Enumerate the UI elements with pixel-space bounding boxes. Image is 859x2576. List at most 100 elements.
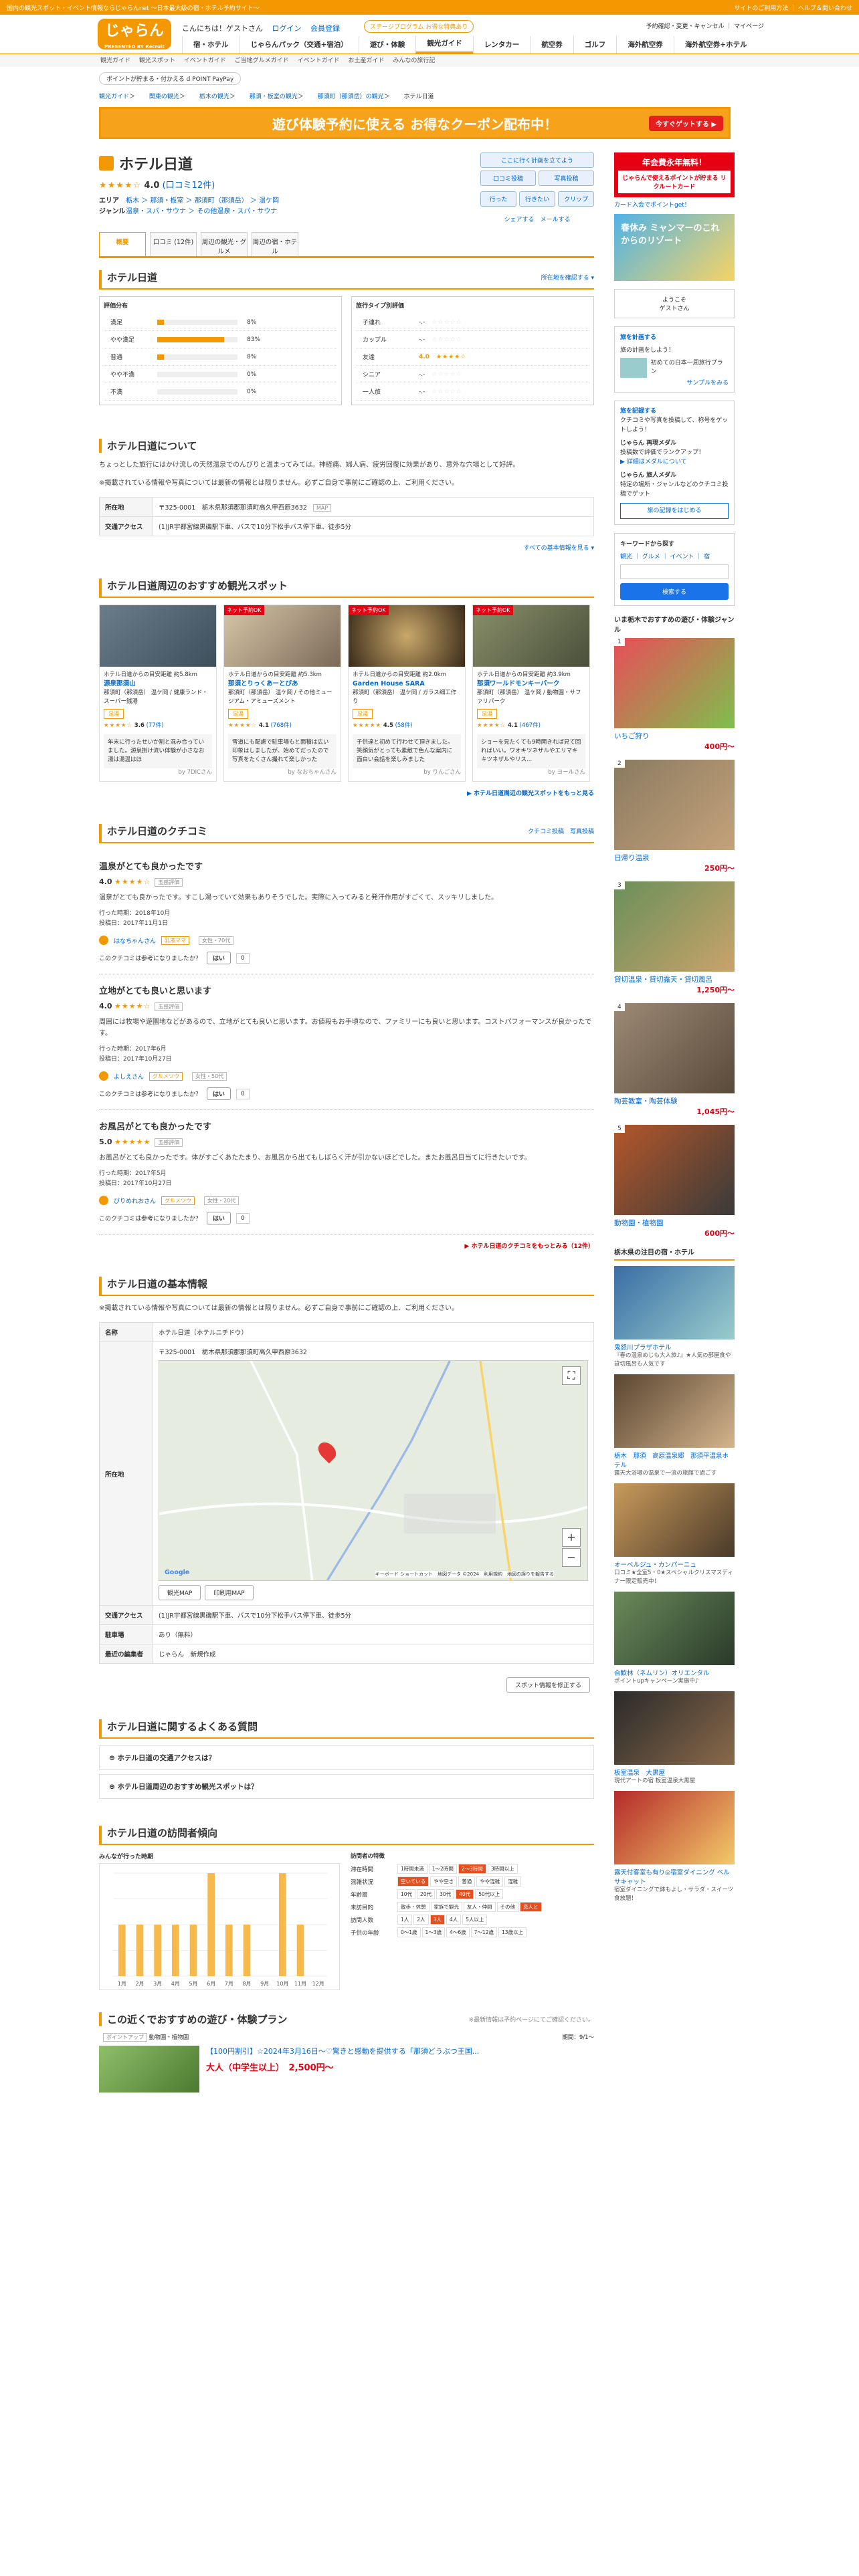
google-map[interactable]: ⛶ + − Google キーボード ショートカット 地図データ ©2024 利… (159, 1360, 588, 1581)
nav-intl-air-hotel[interactable]: 海外航空券+ホテル (673, 36, 758, 53)
photo-post-button[interactable]: 写真投稿 (539, 171, 594, 186)
ranking-item[interactable]: 1 いちご狩り 400円〜 (614, 638, 735, 752)
nav-guide[interactable]: 観光ガイド (415, 36, 473, 53)
user-link[interactable]: はなちゃんさん (114, 936, 156, 945)
breadcrumb-item[interactable]: 那須町（那須岳）の観光 (318, 94, 384, 100)
subnav-item[interactable]: みんなの旅行記 (393, 58, 435, 64)
hotel-item[interactable]: 露天付客室も有り◎宿室ダイニング ベルサキャット 宿室ダイニングで鉢もよし・サラダ… (614, 1791, 735, 1903)
x-tick-label: 9月 (260, 1981, 269, 1987)
sample-link[interactable]: サンプルをみる (620, 378, 729, 387)
share-link[interactable]: シェアする (504, 217, 534, 223)
nav-activity[interactable]: 遊び・体験 (358, 36, 416, 53)
map-button[interactable]: MAP (312, 504, 332, 512)
review-count-link[interactable]: (口コミ12件) (163, 181, 215, 191)
tab-overview[interactable]: 概要 (99, 232, 146, 256)
spot-card[interactable]: ネット予約OK ホテル日道からの目安距離 約3.9km 那須ワールドモンキーパーク那… (472, 605, 590, 782)
clip-button[interactable]: クリップ (558, 191, 594, 207)
helpful-yes-button[interactable]: はい (207, 1212, 231, 1224)
fix-spot-button[interactable]: スポット情報を修正する (506, 1677, 590, 1693)
jalan-logo[interactable]: じゃらん PRESENTED BY Recruit (98, 19, 171, 49)
coupon-banner[interactable]: 遊び体験予約に使える お得なクーポン配布中！ 今すぐゲットする ▶ (99, 107, 731, 139)
login-link[interactable]: ログイン (272, 24, 302, 33)
subnav-item[interactable]: 観光スポット (139, 58, 175, 64)
nearby-more-link[interactable]: ▶ ホテル日道周辺の観光スポットをもっと見る (99, 788, 594, 797)
spot-card[interactable]: ホテル日道からの目安距離 約5.8km 源泉那須山 那須町（那須岳） 温ケ岡 / 健… (99, 605, 217, 782)
feature-cell: 5人以上 (462, 1915, 488, 1925)
subnav-item[interactable]: イベントガイド (298, 58, 340, 64)
reviews-more-link[interactable]: ▶ ホテル日道のクチコミをもっとみる（12件） (99, 1241, 594, 1250)
start-record-button[interactable]: 旅の記録をはじめる (620, 503, 729, 519)
x-tick-label: 5月 (189, 1981, 197, 1987)
ranking-item[interactable]: 3 貸切温泉・貸切露天・貸切風呂 1,250円〜 (614, 881, 735, 995)
went-button[interactable]: 行った (480, 191, 516, 207)
stage-program-button[interactable]: ステージプログラム お得な特典あり (364, 20, 474, 33)
user-avatar (99, 1196, 108, 1205)
basic-info-table: 名称 ホテル日道（ホテルニチドウ） 所在地 〒325-0001 栃木県那須郡那須町高… (99, 1322, 594, 1664)
nav-hotel[interactable]: 宿・ホテル (182, 36, 240, 53)
fullscreen-icon[interactable]: ⛶ (562, 1366, 581, 1385)
user-link[interactable]: よしえさん (114, 1072, 144, 1081)
photo-post-link[interactable]: 写真投稿 (570, 829, 594, 835)
nav-golf[interactable]: ゴルフ (573, 36, 617, 53)
subnav-item[interactable]: お土産ガイド (348, 58, 384, 64)
greeting: こんにちは！ゲストさん ログイン 会員登録 (182, 23, 340, 33)
feature-cell: 10代 (397, 1889, 416, 1899)
subnav-item[interactable]: ご当地グルメガイド (235, 58, 289, 64)
mail-link[interactable]: メールする (541, 217, 571, 223)
card-ad[interactable]: 年会費永年無料！ じゃらんで使えるポイントが貯まる リクルートカード (614, 152, 735, 197)
zoom-out-button[interactable]: − (562, 1548, 581, 1567)
hotel-item[interactable]: 鬼怒川プラザホテル 『春の温泉めじも大人旅♪』★人気の部屋食や貸切風呂も人気です (614, 1266, 735, 1369)
genre-link[interactable]: 温泉・スパ・サウナ ＞ その他温泉・スパ・サウナ (126, 208, 277, 215)
feature-row: 子供の年齢 0〜1歳 1〜3歳 4〜6歳 7〜12歳 13歳以上 (351, 1927, 594, 1937)
nav-air[interactable]: 航空券 (530, 36, 573, 53)
register-link[interactable]: 会員登録 (310, 24, 340, 33)
subnav-item[interactable]: イベントガイド (184, 58, 226, 64)
breadcrumb-item[interactable]: 関東の観光 (149, 94, 179, 100)
plan-button[interactable]: ここに行く計画を立てよう (480, 152, 594, 168)
review-post-button[interactable]: 口コミ投稿 (480, 171, 536, 186)
faq-item[interactable]: ⊕ ホテル日道周辺のおすすめ観光スポットは？ (99, 1774, 594, 1799)
nav-pack[interactable]: じゃらんパック（交通+宿泊） (239, 36, 359, 53)
user-link[interactable]: ぴりめれおさん (114, 1196, 156, 1205)
ranking-item[interactable]: 4 陶芸教室・陶芸体験 1,045円〜 (614, 1003, 735, 1117)
ranking-item[interactable]: 2 日帰り温泉 250円〜 (614, 760, 735, 873)
area-link[interactable]: 栃木 ＞ 那須・板室 ＞ 那須町（那須岳） ＞ 温ケ岡 (126, 197, 279, 205)
zoom-in-button[interactable]: + (562, 1528, 581, 1547)
want-button[interactable]: 行きたい (519, 191, 555, 207)
all-info-link[interactable]: すべての基本情報を見る ▾ (99, 543, 594, 552)
subnav-item[interactable]: 観光ガイド (100, 58, 130, 64)
breadcrumb-item[interactable]: 那須・板室の観光 (250, 94, 298, 100)
spot-card[interactable]: ネット予約OK ホテル日道からの目安距離 約2.0km Garden House S… (348, 605, 466, 782)
top-right-links[interactable]: サイトのご利用方法 ｜ ヘルプ＆問い合わせ (734, 3, 852, 12)
review-post-link[interactable]: クチコミ投稿 (528, 829, 564, 835)
header-links[interactable]: 予約確認・変更・キャンセル ｜ マイページ (646, 21, 764, 30)
faq-item[interactable]: ⊕ ホテル日道の交通アクセスは？ (99, 1745, 594, 1770)
hotel-item[interactable]: 板室温泉 大黒屋 現代アートの宿 板室温泉大黒屋 (614, 1691, 735, 1786)
keyword-input[interactable] (620, 564, 729, 579)
tourist-map-button[interactable]: 観光MAP (159, 1585, 201, 1600)
helpful-yes-button[interactable]: はい (207, 952, 231, 964)
plan-title-link[interactable]: 【100円割引】☆2024年3月16日〜♡驚きと感動を提供する「那須どうぶつ王国… (206, 2047, 479, 2056)
nav-intl-air[interactable]: 海外航空券 (616, 36, 674, 53)
tab-nearby-hotels[interactable]: 周辺の宿・ホテル (252, 232, 298, 256)
tab-nearby-gourmet[interactable]: 周辺の観光・グルメ (201, 232, 248, 256)
coupon-get-button[interactable]: 今すぐゲットする ▶ (648, 116, 723, 131)
tab-reviews[interactable]: 口コミ (12件) (150, 232, 197, 256)
ranking-item[interactable]: 5 動物園・植物園 600円〜 (614, 1125, 735, 1239)
hotel-item[interactable]: オーベルジュ・カンパーニュ 口コミ★全室5・0★スペシャルクリスマスディナー限定販… (614, 1483, 735, 1586)
breadcrumb-item[interactable]: 観光ガイド (99, 94, 129, 100)
spot-card[interactable]: ネット予約OK ホテル日道からの目安距離 約5.3km 那須とりっくあーとぴあ 那須町… (223, 605, 341, 782)
plan-card[interactable]: 【100円割引】☆2024年3月16日〜♡驚きと感動を提供する「那須どうぶつ王国… (99, 2046, 594, 2092)
disclaimer: ※掲載されている情報や写真については最新の情報とは限りません。必ずご自身で事前に… (99, 479, 459, 487)
search-button[interactable]: 検索する (620, 583, 729, 600)
helpful-yes-button[interactable]: はい (207, 1087, 231, 1100)
print-map-button[interactable]: 印刷用MAP (205, 1585, 254, 1600)
hotel-item[interactable]: 合歓林（ネムリン）オリエンタル ポイントupキャンペーン実施中♪ (614, 1592, 735, 1686)
breadcrumb-current: ホテル日道 (403, 94, 434, 100)
nav-rentacar[interactable]: レンタカー (472, 36, 531, 53)
hotel-item[interactable]: 栃木 那須 高原温泉郷 那須平温泉ホテル 露天大浴場の温泉で一流の旅館で過ごす (614, 1374, 735, 1478)
location-link[interactable]: 所在地を確認する ▾ (541, 273, 594, 282)
breadcrumb-item[interactable]: 栃木の観光 (199, 94, 229, 100)
point-bar[interactable]: ポイントが貯まる・付かえる d POINT PayPay (99, 72, 242, 85)
promo-banner[interactable]: 春休み ミャンマーのこれからのリゾート (614, 214, 735, 281)
